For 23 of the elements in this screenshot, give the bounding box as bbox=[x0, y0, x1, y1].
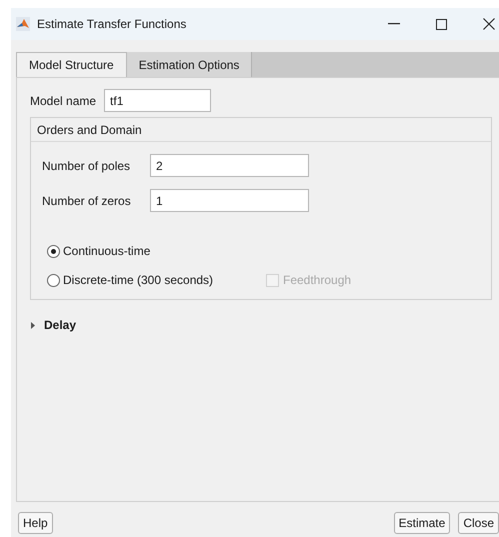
radio-icon[interactable] bbox=[47, 244, 60, 258]
field-label: Number of poles bbox=[42, 158, 132, 174]
close-icon[interactable] bbox=[483, 18, 495, 30]
action-button[interactable]: Estimate bbox=[394, 512, 450, 534]
model-name-field[interactable]: tf1 bbox=[104, 89, 212, 112]
number-field[interactable]: 1 bbox=[150, 189, 309, 212]
minimize-icon[interactable] bbox=[388, 23, 400, 25]
radio-option[interactable]: Continuous-time bbox=[47, 242, 266, 260]
app-logo-icon bbox=[16, 17, 30, 31]
field-label: Number of zeros bbox=[42, 192, 132, 210]
field-label: Model name bbox=[30, 92, 96, 110]
tab[interactable]: Model Structure bbox=[16, 52, 127, 77]
action-button[interactable]: Close bbox=[458, 512, 499, 534]
radio-icon[interactable] bbox=[47, 274, 60, 286]
group-title: Orders and Domain bbox=[37, 122, 142, 138]
tab[interactable]: Estimation Options bbox=[126, 52, 252, 77]
delay-expander[interactable]: Delay bbox=[30, 316, 76, 334]
help-button[interactable]: Help bbox=[18, 512, 53, 534]
window-title: Estimate Transfer Functions bbox=[37, 16, 186, 33]
expand-arrow-icon[interactable] bbox=[30, 322, 36, 328]
maximize-icon[interactable] bbox=[436, 18, 447, 30]
radio-option[interactable]: Discrete-time (300 seconds) bbox=[47, 271, 266, 289]
number-field[interactable]: 2 bbox=[150, 154, 309, 177]
